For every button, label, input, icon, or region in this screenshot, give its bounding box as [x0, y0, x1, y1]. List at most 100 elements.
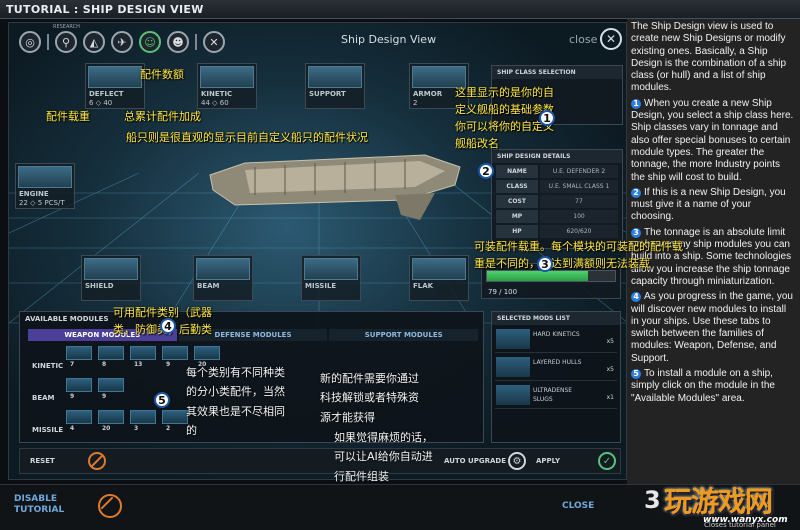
- module-item[interactable]: [130, 346, 156, 360]
- slot-deflect[interactable]: DEFLECT 6 ◇ 40: [85, 63, 145, 109]
- slot-missile[interactable]: MISSILE: [301, 255, 361, 301]
- research-label: RESEARCH: [53, 24, 80, 30]
- annotation-auto-note: 如果觉得麻烦的话， 可以让AI给你自动进 行配件组装: [334, 431, 433, 483]
- module-icon: [496, 329, 530, 349]
- selected-mod-item[interactable]: LAYERED HULLS x5: [495, 355, 617, 381]
- research-icon[interactable]: ⚲: [55, 31, 77, 53]
- tutorial-step-5: 5 To install a module on a ship, simply c…: [631, 368, 775, 404]
- slot-support[interactable]: SUPPORT: [305, 63, 365, 109]
- mod-name: ULTRADENSE SLUGS: [533, 387, 573, 403]
- mod-qty: x5: [606, 338, 614, 345]
- auto-upgrade-button[interactable]: AUTO UPGRADE: [444, 457, 506, 465]
- shield-icon: [84, 258, 138, 280]
- deflect-icon: [88, 66, 142, 88]
- galaxy-icon[interactable]: ◎: [19, 31, 41, 53]
- module-item[interactable]: [98, 410, 124, 424]
- ship-model: [209, 154, 461, 220]
- auto-upgrade-icon[interactable]: ⚙: [508, 452, 526, 470]
- slot-name: SUPPORT: [309, 90, 346, 98]
- page-digit: 3: [644, 486, 661, 514]
- close-icon[interactable]: ✕: [600, 28, 622, 50]
- selected-mods-header: SELECTED MODS LIST: [492, 312, 620, 325]
- window-title: TUTORIAL : SHIP DESIGN VIEW: [0, 0, 800, 19]
- apply-check-icon[interactable]: ✓: [598, 452, 616, 470]
- annotation-slot-count: 配件数额: [140, 68, 184, 81]
- close-label[interactable]: close: [569, 33, 597, 46]
- annotation-slot-load: 配件载重: [46, 110, 90, 123]
- module-item[interactable]: [98, 346, 124, 360]
- close-tutorial-button[interactable]: CLOSE: [562, 501, 594, 512]
- mod-name: LAYERED HULLS: [533, 359, 582, 366]
- bottom-bar: RESET AUTO UPGRADE ⚙ APPLY ✓: [19, 448, 621, 474]
- selected-mod-item[interactable]: HARD KINETICS x5: [495, 327, 617, 353]
- toolbar-divider: [47, 34, 49, 50]
- tutorial-step-1: 1 When you create a new Ship Design, you …: [631, 97, 794, 183]
- annotation-tonnage-note: 可装配件载重。每个模块的可装配的配件载 重是不同的，当达到满额则无法装载: [474, 240, 683, 271]
- slot-counts: 6 ◇ 40: [89, 99, 113, 107]
- callout-badge-2: 2: [478, 163, 494, 179]
- module-item[interactable]: [66, 346, 92, 360]
- watermark-logo: 玩游戏网: [664, 485, 773, 518]
- slot-name: ARMOR: [413, 90, 443, 98]
- slot-counts: 2: [413, 99, 418, 107]
- slot-name: DEFLECT: [89, 90, 124, 98]
- module-count: 13: [134, 361, 143, 368]
- mod-qty: x5: [606, 366, 614, 373]
- ship-design-icon[interactable]: ☺: [139, 31, 161, 53]
- module-row-label: BEAM: [32, 394, 55, 402]
- kinetic-icon: [200, 66, 254, 88]
- slot-engine[interactable]: ENGINE 22 ◇ 5 PCS/T: [15, 163, 75, 209]
- callout-badge-5: 5: [154, 392, 170, 408]
- module-count: 4: [70, 425, 75, 432]
- module-count: 7: [70, 361, 75, 368]
- slot-name: ENGINE: [19, 190, 49, 198]
- ship-design-details: SHIP DESIGN DETAILS NAME U.E. DEFENDER 2 …: [491, 149, 623, 249]
- apply-button[interactable]: APPLY: [536, 457, 560, 465]
- module-icon: [496, 385, 530, 405]
- module-item[interactable]: [162, 346, 188, 360]
- detail-row-name[interactable]: NAME U.E. DEFENDER 2: [496, 165, 618, 178]
- module-item[interactable]: [98, 378, 124, 392]
- selected-mods-list: SELECTED MODS LIST HARD KINETICS x5 LAYER…: [491, 311, 621, 443]
- tutorial-step-4: 4 As you progress in the game, you will d…: [631, 291, 793, 364]
- slot-flak[interactable]: FLAK: [409, 255, 469, 301]
- missile-icon: [304, 258, 358, 280]
- slot-kinetic[interactable]: KINETIC 44 ◇ 60: [197, 63, 257, 109]
- module-row-label: KINETIC: [32, 362, 64, 370]
- reset-icon[interactable]: [88, 452, 106, 470]
- mod-qty: x1: [606, 394, 614, 401]
- tab-support[interactable]: SUPPORT MODULES: [329, 329, 479, 341]
- disable-icon[interactable]: [98, 494, 122, 518]
- slot-counts: 22 ◇ 5 PCS/T: [19, 199, 65, 207]
- module-row-label: MISSILE: [32, 426, 64, 434]
- settings-icon[interactable]: ✕: [203, 31, 225, 53]
- module-count: 20: [102, 425, 111, 432]
- module-item[interactable]: [66, 378, 92, 392]
- detail-row-cost: COST 77: [496, 195, 618, 208]
- module-item[interactable]: [66, 410, 92, 424]
- diplomacy-icon[interactable]: ☻: [167, 31, 189, 53]
- slot-shield[interactable]: SHIELD: [81, 255, 141, 301]
- annotation-ship-note: 船只则是很直观的显示目前自定义船只的配件状况: [126, 131, 368, 144]
- available-modules-header: AVAILABLE MODULES: [25, 315, 109, 323]
- selected-mod-item[interactable]: ULTRADENSE SLUGS x1: [495, 383, 617, 409]
- ship-class-header: SHIP CLASS SELECTION: [492, 66, 622, 79]
- fleet-icon[interactable]: ✈: [111, 31, 133, 53]
- module-count: 9: [70, 393, 75, 400]
- reset-button[interactable]: RESET: [30, 457, 55, 465]
- toolbar-divider: [195, 34, 197, 50]
- module-item[interactable]: [162, 410, 188, 424]
- module-item[interactable]: [194, 346, 220, 360]
- module-item[interactable]: [130, 410, 156, 424]
- slot-name: MISSILE: [305, 282, 337, 290]
- disable-tutorial-button[interactable]: DISABLE TUTORIAL: [14, 494, 64, 516]
- slot-beam[interactable]: BEAM: [193, 255, 253, 301]
- tutorial-intro: The Ship Design view is used to create n…: [631, 21, 787, 94]
- callout-badge-1: 1: [539, 110, 555, 126]
- module-icon: [496, 357, 530, 377]
- slot-name: KINETIC: [201, 90, 233, 98]
- detail-row-class: CLASS U.E. SMALL CLASS 1: [496, 180, 618, 193]
- module-count: 9: [166, 361, 171, 368]
- empire-icon[interactable]: ◭: [83, 31, 105, 53]
- callout-badge-4: 4: [160, 318, 176, 334]
